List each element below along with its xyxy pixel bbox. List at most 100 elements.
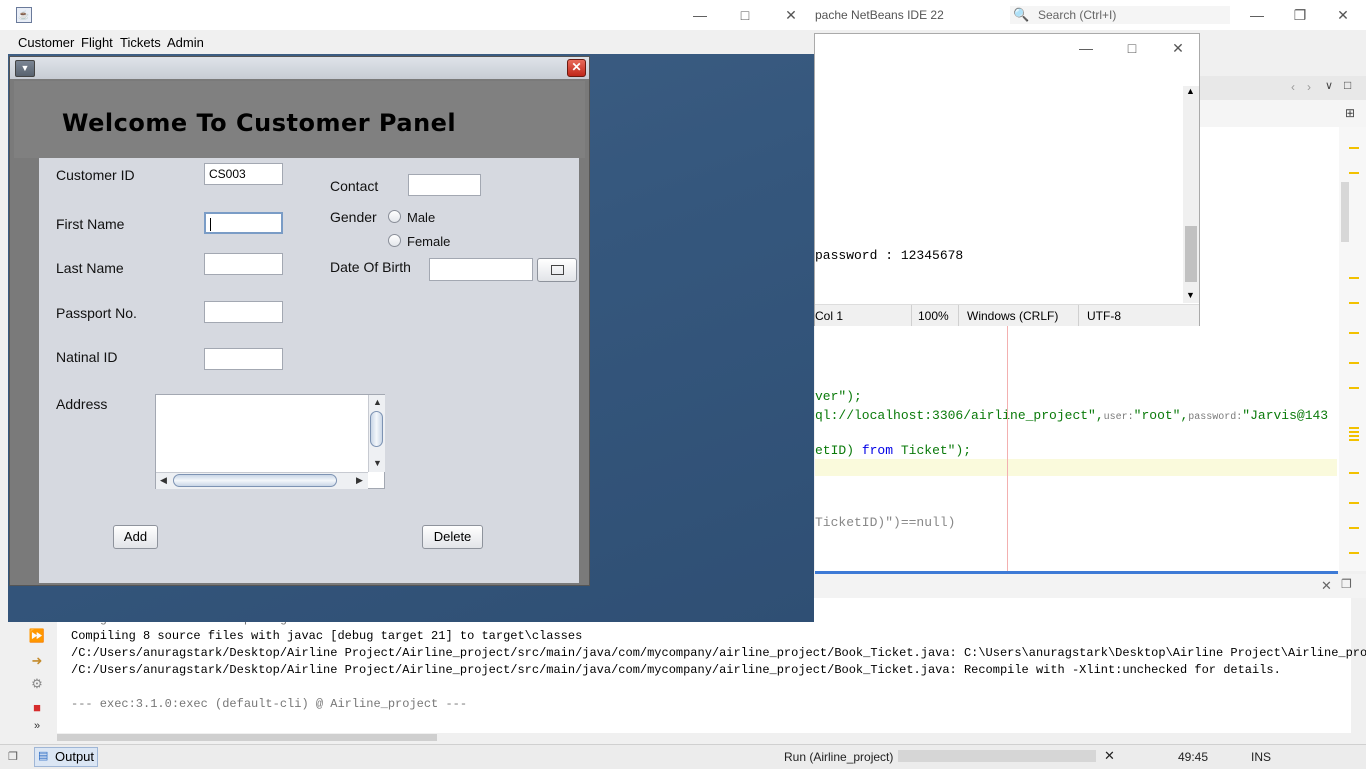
last-name-label: Last Name	[56, 260, 124, 276]
text-caret	[210, 218, 211, 232]
output-line: Compiling 8 source files with javac [deb…	[71, 629, 583, 643]
maximize-editor-icon[interactable]: □	[1344, 78, 1351, 92]
netbeans-close-button[interactable]: ✕	[1320, 0, 1366, 30]
delete-button[interactable]: Delete	[422, 525, 483, 549]
date-picker-button[interactable]	[537, 258, 577, 282]
gender-label: Gender	[330, 209, 377, 225]
scroll-down-icon[interactable]: ▼	[1186, 290, 1195, 300]
dob-label: Date Of Birth	[330, 259, 411, 275]
run-progress-bar	[898, 750, 1096, 762]
scroll-left-icon[interactable]: ◀	[160, 475, 167, 486]
rerun-with-params-icon[interactable]: ⏩	[28, 628, 46, 644]
tab-scroll-right-icon[interactable]: ›	[1307, 80, 1311, 94]
menu-admin[interactable]: Admin	[167, 35, 204, 50]
app-minimize-button[interactable]: —	[677, 0, 723, 30]
frame-close-button[interactable]: ✕	[567, 59, 586, 77]
male-label[interactable]: Male	[407, 210, 435, 225]
cancel-run-icon[interactable]: ✕	[1104, 748, 1115, 764]
add-button[interactable]: Add	[113, 525, 158, 549]
internal-frame-titlebar[interactable]: ▼ ✕	[10, 57, 589, 79]
output-tab[interactable]: ▤ Output	[34, 747, 98, 767]
editor-tab-strip: ‹ › ∨ □	[1199, 76, 1366, 100]
menu-flight[interactable]: Flight	[81, 35, 113, 50]
national-id-label: Natinal ID	[56, 349, 118, 365]
code-line: etID) from Ticket");	[815, 443, 972, 458]
menu-tickets[interactable]: Tickets	[120, 35, 161, 50]
search-placeholder: Search (Ctrl+I)	[1038, 8, 1117, 22]
scroll-up-icon[interactable]: ▲	[1186, 86, 1195, 96]
scroll-right-icon[interactable]: ▶	[356, 475, 363, 486]
window-restore-icon[interactable]: ❐	[8, 750, 18, 763]
last-name-field[interactable]	[204, 253, 283, 275]
split-editor-icon[interactable]: ⊞	[1345, 106, 1355, 120]
dob-field[interactable]	[429, 258, 533, 281]
gender-male-radio[interactable]	[388, 210, 401, 223]
scroll-thumb[interactable]	[173, 474, 337, 487]
editor-scroll-thumb[interactable]	[1341, 182, 1349, 242]
customer-id-label: Customer ID	[56, 167, 135, 183]
netbeans-search-field[interactable]: 🔍 Search (Ctrl+I)	[1010, 6, 1230, 24]
run-status-label: Run (Airline_project)	[784, 750, 894, 764]
notepad-window: — □ ✕ password : 12345678 ▲ ▼ Col 1 100%…	[814, 33, 1200, 326]
code-line: ql://localhost:3306/airline_project",use…	[815, 408, 1329, 423]
address-textarea[interactable]: ▲ ▼ ◀ ▶	[155, 394, 385, 489]
calendar-icon	[550, 265, 564, 275]
menu-customer[interactable]: Customer	[18, 35, 74, 50]
java-icon: ☕	[16, 7, 32, 23]
address-hscroll[interactable]: ◀ ▶	[156, 472, 368, 489]
app-menubar: Customer Flight Tickets Admin	[8, 30, 814, 54]
app-close-button[interactable]: ✕	[768, 0, 814, 30]
line-ending: Windows (CRLF)	[967, 309, 1059, 323]
tab-scroll-left-icon[interactable]: ‹	[1291, 80, 1295, 94]
output-line: /C:/Users/anuragstark/Desktop/Airline Pr…	[71, 646, 1366, 660]
passport-field[interactable]	[204, 301, 283, 323]
encoding: UTF-8	[1087, 309, 1121, 323]
step-icon[interactable]: ➜	[28, 653, 46, 669]
national-id-field[interactable]	[204, 348, 283, 370]
first-name-field[interactable]	[204, 212, 283, 234]
panel-header: Welcome To Customer Panel	[14, 81, 585, 158]
customer-id-field[interactable]: CS003	[204, 163, 283, 185]
app-maximize-button[interactable]: □	[722, 0, 768, 30]
netbeans-restore-button[interactable]: ❐	[1277, 0, 1323, 30]
netbeans-title: pache NetBeans IDE 22	[815, 8, 944, 22]
scroll-up-icon[interactable]: ▲	[373, 397, 382, 407]
code-line: ver");	[815, 389, 862, 404]
notepad-close-button[interactable]: ✕	[1155, 34, 1201, 62]
passport-label: Passport No.	[56, 305, 137, 321]
notepad-text[interactable]: password : 12345678	[815, 248, 963, 263]
more-icon[interactable]: »	[28, 720, 46, 736]
scroll-thumb[interactable]	[370, 411, 383, 447]
netbeans-minimize-button[interactable]: —	[1234, 0, 1280, 30]
insert-mode: INS	[1251, 750, 1272, 764]
cursor-column: Col 1	[815, 309, 844, 323]
notepad-vscroll[interactable]: ▲ ▼	[1183, 86, 1199, 303]
tab-list-icon[interactable]: ∨	[1325, 79, 1333, 92]
output-tab-label: Output	[55, 749, 95, 764]
current-line-highlight	[815, 459, 1337, 476]
search-icon: 🔍	[1013, 7, 1030, 22]
output-header: ✕ ❐	[815, 574, 1366, 598]
output-hscroll[interactable]	[57, 733, 1351, 742]
error-stripe	[1339, 127, 1366, 571]
address-vscroll[interactable]: ▲ ▼	[368, 395, 385, 472]
notepad-status-bar: Col 1 100% Windows (CRLF) UTF-8	[815, 304, 1199, 326]
address-label: Address	[56, 396, 108, 412]
female-label[interactable]: Female	[407, 234, 450, 249]
scroll-down-icon[interactable]: ▼	[373, 458, 382, 468]
restore-output-icon[interactable]: ❐	[1341, 577, 1352, 591]
netbeans-status-bar: ❐ ▤ Output Run (Airline_project) ✕ 49:45…	[0, 744, 1366, 769]
gender-female-radio[interactable]	[388, 234, 401, 247]
settings-icon[interactable]: ⚙	[28, 676, 46, 692]
zoom-level: 100%	[918, 309, 949, 323]
editor-toolbar: ⊞	[1199, 100, 1366, 127]
notepad-maximize-button[interactable]: □	[1109, 34, 1155, 62]
stop-icon[interactable]: ■	[28, 700, 46, 716]
customer-form: Customer ID CS003 First Name Last Name P…	[39, 158, 579, 583]
output-icon: ▤	[38, 750, 49, 762]
contact-field[interactable]	[408, 174, 481, 196]
frame-menu-icon[interactable]: ▼	[15, 60, 35, 77]
output-line: /C:/Users/anuragstark/Desktop/Airline Pr…	[71, 663, 1281, 677]
notepad-minimize-button[interactable]: —	[1063, 34, 1109, 62]
close-output-icon[interactable]: ✕	[1321, 578, 1332, 594]
